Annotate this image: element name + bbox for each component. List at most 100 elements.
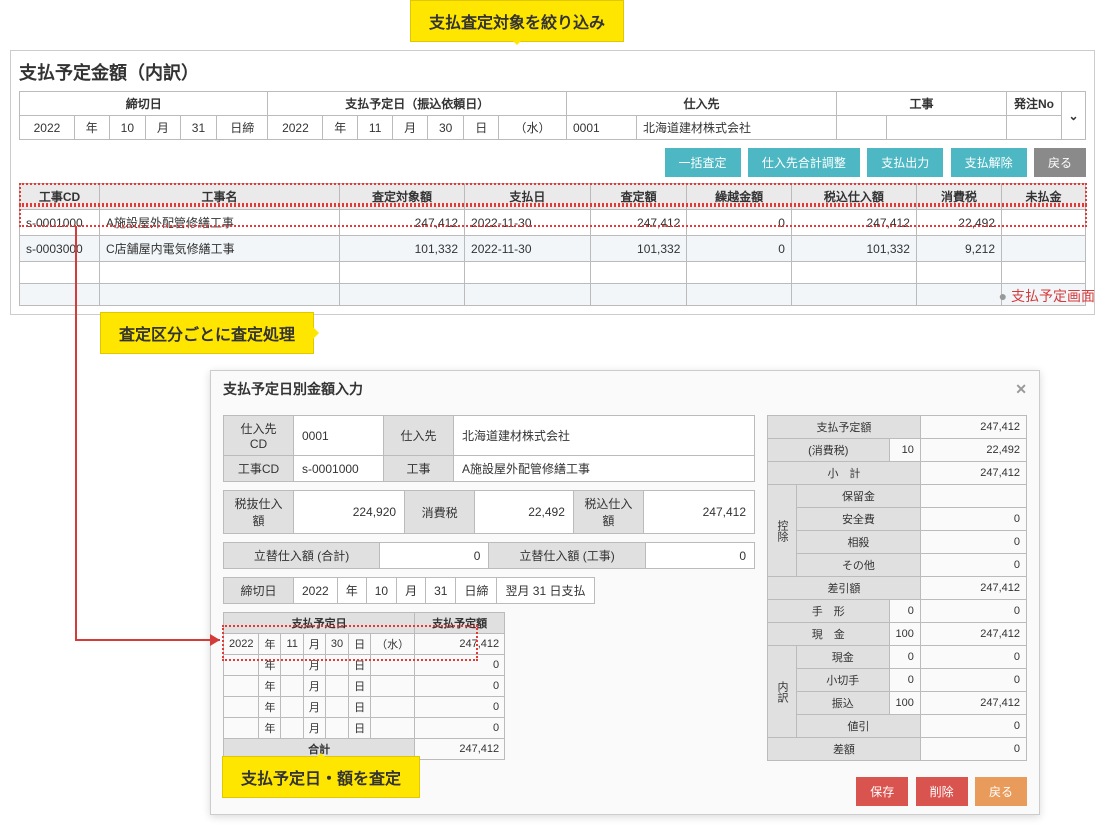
const-label: 工事 [384, 456, 454, 482]
transfer-value: 247,412 [920, 692, 1026, 715]
payment-date-dialog: 支払予定日別金額入力 ✕ 仕入先CD 0001 仕入先 北海道建材株式会社 工事… [210, 370, 1040, 815]
tax-pct: 10 [889, 439, 920, 462]
supplier-label: 仕入先 [384, 416, 454, 456]
planned-label: 支払予定額 [768, 416, 921, 439]
check-pct: 0 [889, 669, 920, 692]
day-label: 日 [464, 116, 499, 140]
filter-hdr-supplier: 仕入先 [567, 92, 837, 116]
order-no-input[interactable] [1007, 116, 1062, 140]
deduct-group-label: 控除 [768, 485, 797, 577]
ml: 月 [397, 578, 426, 604]
col-unpaid: 未払金 [1002, 184, 1086, 210]
subtotal-value: 247,412 [920, 462, 1026, 485]
sched-row-empty[interactable]: 年月日0 [224, 718, 505, 739]
row-unpaid [1002, 210, 1086, 236]
supplier-cd-label: 仕入先CD [224, 416, 294, 456]
diff-value: 247,412 [920, 577, 1026, 600]
sched-row-1[interactable]: 2022 年 11 月 30 日 （水） 247,412 [224, 634, 505, 655]
planned-value: 247,412 [920, 416, 1026, 439]
pay-day-input[interactable]: 30 [427, 116, 463, 140]
check-value: 0 [920, 669, 1026, 692]
retain-value [920, 485, 1026, 508]
connector-arrow [72, 226, 232, 651]
save-button[interactable]: 保存 [856, 777, 908, 806]
col-cd: 工事CD [20, 184, 100, 210]
expand-toggle[interactable]: ⌄ [1062, 92, 1086, 140]
col-amount: 査定額 [590, 184, 687, 210]
sched-date-hdr: 支払予定日 [224, 613, 415, 634]
row-date: 2022-11-30 [465, 210, 591, 236]
tax-value: 22,492 [920, 439, 1026, 462]
balance-label: 差額 [768, 738, 921, 761]
sched-d-input[interactable]: 30 [325, 634, 348, 655]
deadline-day-input[interactable]: 31 [180, 116, 216, 140]
sched-m-input[interactable]: 11 [281, 634, 303, 655]
dialog-back-button[interactable]: 戻る [975, 777, 1027, 806]
row-target: 101,332 [340, 236, 465, 262]
construction-cd-input[interactable] [837, 116, 887, 140]
col-carry: 繰越金額 [687, 184, 791, 210]
supplier-name: 北海道建材株式会社 [637, 116, 837, 140]
construction-name [887, 116, 1007, 140]
supplier-info-table: 仕入先CD 0001 仕入先 北海道建材株式会社 工事CD s-0001000 … [223, 415, 755, 482]
col-target: 査定対象額 [340, 184, 465, 210]
sched-row-empty[interactable]: 年月日0 [224, 655, 505, 676]
const-cd-label: 工事CD [224, 456, 294, 482]
payment-output-button[interactable]: 支払出力 [867, 148, 943, 177]
bill-value: 0 [920, 600, 1026, 623]
filter-hdr-construction: 工事 [837, 92, 1007, 116]
supplier-cd-input[interactable]: 0001 [567, 116, 637, 140]
sched-amount-input[interactable]: 247,412 [415, 634, 505, 655]
deadline-year-input[interactable]: 2022 [20, 116, 75, 140]
supplier-adjust-button[interactable]: 仕入先合計調整 [748, 148, 860, 177]
summary-table: 支払予定額247,412 (消費税)1022,492 小 計247,412 控除… [767, 415, 1027, 761]
supplier-cd-value: 0001 [294, 416, 384, 456]
sched-row-empty[interactable]: 年月日0 [224, 697, 505, 718]
row-amount: 247,412 [590, 210, 687, 236]
deadline-d: 31 [426, 578, 456, 604]
pay-month-input[interactable]: 11 [358, 116, 393, 140]
safety-label: 安全費 [797, 508, 921, 531]
payment-release-button[interactable]: 支払解除 [951, 148, 1027, 177]
yl: 年 [259, 634, 281, 655]
deadline-label: 締切日 [224, 578, 294, 604]
back-button[interactable]: 戻る [1034, 148, 1086, 177]
amount-info-table: 税抜仕入額 224,920 消費税 22,492 税込仕入額 247,412 [223, 490, 755, 534]
extax-value: 224,920 [294, 491, 405, 534]
delete-button[interactable]: 削除 [916, 777, 968, 806]
row-date: 2022-11-30 [465, 236, 591, 262]
subtotal-label: 小 計 [768, 462, 921, 485]
col-date: 支払日 [465, 184, 591, 210]
bulk-assess-button[interactable]: 一括査定 [665, 148, 741, 177]
pay-rule: 翌月 31 日支払 [497, 578, 594, 604]
deadline-m: 10 [366, 578, 396, 604]
callout-assess: 支払予定日・額を査定 [222, 756, 420, 798]
row-taxin: 247,412 [791, 210, 916, 236]
row-carry: 0 [687, 236, 791, 262]
balance-value: 0 [920, 738, 1026, 761]
offset-label: 相殺 [797, 531, 921, 554]
transfer-pct: 100 [889, 692, 920, 715]
cash2-label: 現金 [797, 646, 890, 669]
close-icon[interactable]: ✕ [1015, 381, 1027, 398]
sched-row-empty[interactable]: 年月日0 [224, 676, 505, 697]
cash-value: 247,412 [920, 623, 1026, 646]
screen-caption: 支払予定画面 [999, 286, 1095, 306]
transfer-label: 振込 [797, 692, 890, 715]
breakdown-group-label: 内訳 [768, 646, 797, 738]
diff-label: 差引額 [768, 577, 921, 600]
other-value: 0 [920, 554, 1026, 577]
other-label: その他 [797, 554, 921, 577]
extax-label: 税抜仕入額 [224, 491, 294, 534]
discount-value: 0 [920, 715, 1026, 738]
pay-year-input[interactable]: 2022 [268, 116, 323, 140]
row-tax: 22,492 [916, 210, 1001, 236]
month-label: 月 [393, 116, 428, 140]
discount-label: 値引 [797, 715, 921, 738]
bill-label: 手 形 [768, 600, 890, 623]
filter-hdr-deadline: 締切日 [20, 92, 268, 116]
deadline-month-input[interactable]: 10 [109, 116, 145, 140]
weekday-label: （水） [499, 116, 567, 140]
col-name: 工事名 [100, 184, 340, 210]
tax-label: 消費税 [405, 491, 475, 534]
